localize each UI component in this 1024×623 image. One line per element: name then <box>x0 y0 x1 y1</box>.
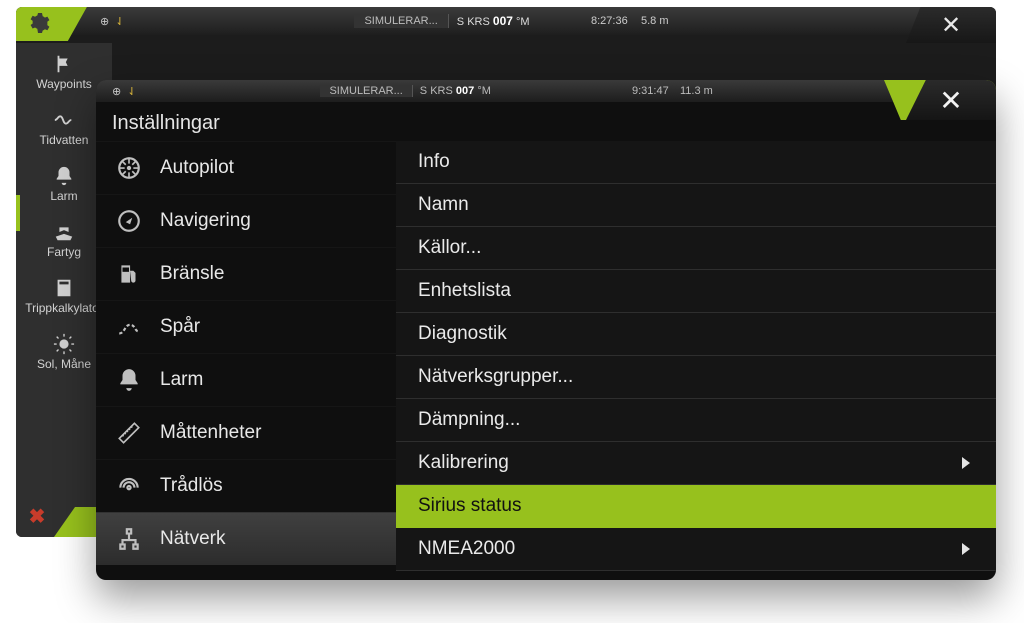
category-navigation[interactable]: Navigering <box>96 194 396 247</box>
category-label: Trådlös <box>160 475 223 497</box>
rail-label: Tidvatten <box>40 133 89 147</box>
option-label: Enhetslista <box>418 280 511 302</box>
cancel-x-icon[interactable]: ✖ <box>16 495 58 537</box>
category-alarm[interactable]: Larm <box>96 353 396 406</box>
bg-heading-value: S KRS 007 °M <box>449 13 538 29</box>
settings-gear-button[interactable] <box>16 7 88 41</box>
chevron-right-icon <box>962 543 970 555</box>
calculator-icon <box>51 277 77 299</box>
category-label: Autopilot <box>160 157 234 179</box>
category-label: Nätverk <box>160 528 225 550</box>
category-network[interactable]: Nätverk <box>96 512 396 565</box>
chevron-right-icon <box>962 457 970 469</box>
bell-icon <box>51 165 77 187</box>
rail-accent <box>16 195 20 231</box>
ship-icon <box>51 221 77 243</box>
option-label: Nätverksgrupper... <box>418 366 573 388</box>
option-label: Källor... <box>418 237 481 259</box>
category-fuel[interactable]: Bränsle <box>96 247 396 300</box>
option-diagnostics[interactable]: Diagnostik <box>396 313 996 356</box>
bg-clock: 8:27:36 <box>591 15 628 27</box>
fg-topbar: ⊕ ⇃ SIMULERAR... S KRS 007 °M 9:31:47 11… <box>96 80 996 102</box>
option-label: Diagnostik <box>418 323 507 345</box>
bg-close-button[interactable]: ✕ <box>906 7 996 43</box>
category-label: Måttenheter <box>160 422 261 444</box>
bg-depth: 5.8 m <box>641 15 669 27</box>
compass-icon <box>116 208 142 234</box>
wireless-icon <box>116 473 142 499</box>
fg-heading-value: S KRS 007 °M <box>413 85 498 97</box>
category-wireless[interactable]: Trådlös <box>96 459 396 512</box>
gear-icon <box>26 11 50 35</box>
category-tracks[interactable]: Spår <box>96 300 396 353</box>
category-label: Bränsle <box>160 263 224 285</box>
ruler-icon <box>116 420 142 446</box>
category-label: Navigering <box>160 210 251 232</box>
option-name[interactable]: Namn <box>396 184 996 227</box>
fg-clock: 9:31:47 <box>632 85 669 97</box>
rail-label: Fartyg <box>47 245 81 259</box>
settings-option-column: Info Namn Källor... Enhetslista Diagnost… <box>396 141 996 580</box>
option-calibration[interactable]: Kalibrering <box>396 442 996 485</box>
wave-icon <box>51 109 77 131</box>
helm-icon <box>116 155 142 181</box>
rail-label: Larm <box>50 189 77 203</box>
fg-simulate-badge: SIMULERAR... <box>320 85 412 97</box>
track-icon <box>116 314 142 340</box>
category-units[interactable]: Måttenheter <box>96 406 396 459</box>
fg-depth: 11.3 m <box>680 85 713 97</box>
option-sirius-status[interactable]: Sirius status <box>396 485 996 528</box>
option-nmea2000[interactable]: NMEA2000 <box>396 528 996 571</box>
option-label: Namn <box>418 194 469 216</box>
fuel-icon <box>116 261 142 287</box>
option-networkgroups[interactable]: Nätverksgrupper... <box>396 356 996 399</box>
option-label: NMEA2000 <box>418 538 515 560</box>
category-label: Spår <box>160 316 200 338</box>
option-sources[interactable]: Källor... <box>396 227 996 270</box>
network-icon <box>116 526 142 552</box>
bell-icon <box>116 367 142 393</box>
rail-label: Sol, Måne <box>37 357 91 371</box>
option-label: Info <box>418 151 450 173</box>
sun-moon-icon <box>51 333 77 355</box>
option-info[interactable]: Info <box>396 141 996 184</box>
option-label: Kalibrering <box>418 452 509 474</box>
bg-topbar: ⊕ ⇃ SIMULERAR... S KRS 007 °M 8:27:36 5.… <box>16 7 996 35</box>
option-label: Dämpning... <box>418 409 520 431</box>
category-label: Larm <box>160 369 203 391</box>
category-autopilot[interactable]: Autopilot <box>96 141 396 194</box>
option-label: Sirius status <box>418 495 521 517</box>
settings-category-column: Autopilot Navigering Bränsle Spår Larm M… <box>96 141 396 580</box>
rail-label: Waypoints <box>36 77 92 91</box>
flag-icon <box>51 53 77 75</box>
settings-title: Inställningar <box>96 102 996 141</box>
option-damping[interactable]: Dämpning... <box>396 399 996 442</box>
option-devicelist[interactable]: Enhetslista <box>396 270 996 313</box>
rail-label: Trippkalkylator <box>25 301 103 315</box>
settings-window: ⊕ ⇃ SIMULERAR... S KRS 007 °M 9:31:47 11… <box>96 80 996 580</box>
bg-simulate-badge: SIMULERAR... <box>354 14 448 28</box>
